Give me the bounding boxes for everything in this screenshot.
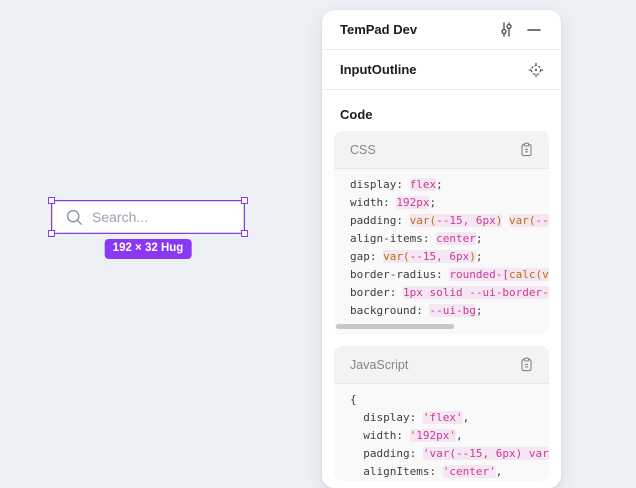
locate-target-icon[interactable] — [525, 59, 547, 81]
search-icon — [66, 209, 83, 226]
sliders-icon[interactable] — [495, 19, 517, 41]
tempad-dev-panel: TemPad Dev InputOutline — [322, 10, 561, 488]
css-h-scrollbar-thumb[interactable] — [336, 324, 454, 329]
clipboard-copy-icon[interactable] — [515, 139, 537, 161]
panel-content: Code CSS display: flex;width: 192px;padd… — [322, 107, 561, 481]
clipboard-copy-icon[interactable] — [515, 354, 537, 376]
js-card-label: JavaScript — [350, 358, 515, 372]
js-code-card: JavaScript { display: 'flex', width: '19… — [334, 346, 549, 481]
search-input-component[interactable]: Search... — [52, 201, 244, 233]
search-placeholder-text: Search... — [92, 210, 148, 224]
panel-header: TemPad Dev — [322, 10, 561, 50]
css-code-card: CSS display: flex;width: 192px;padding: … — [334, 131, 549, 334]
css-card-label: CSS — [350, 143, 515, 157]
js-code[interactable]: { display: 'flex', width: '192px', paddi… — [334, 384, 549, 481]
selected-component[interactable]: Search... 192 × 32 Hug — [52, 201, 244, 233]
js-card-header: JavaScript — [334, 346, 549, 384]
panel-title: TemPad Dev — [340, 22, 495, 37]
css-h-scrollbar — [334, 322, 549, 334]
code-section-title: Code — [340, 107, 543, 122]
node-name: InputOutline — [340, 62, 525, 77]
minimize-icon[interactable] — [523, 19, 545, 41]
css-card-header: CSS — [334, 131, 549, 169]
css-code[interactable]: display: flex;width: 192px;padding: var(… — [334, 169, 549, 320]
selected-node-row: InputOutline — [322, 50, 561, 90]
size-badge: 192 × 32 Hug — [105, 239, 192, 259]
